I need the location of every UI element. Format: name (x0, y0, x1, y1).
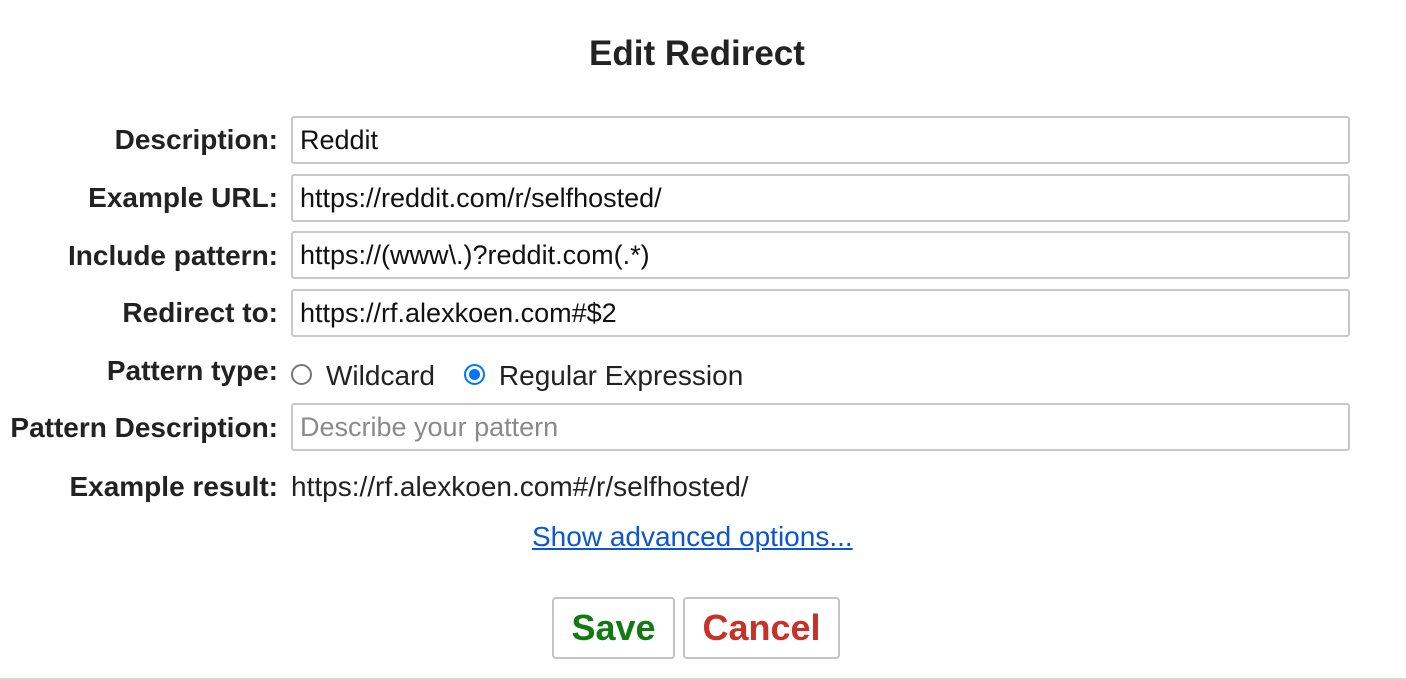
save-button[interactable]: Save (552, 597, 675, 659)
edit-redirect-dialog: Edit Redirect Description: Example URL: … (0, 0, 1406, 680)
cancel-button[interactable]: Cancel (683, 597, 840, 659)
redirect-to-input[interactable] (291, 289, 1350, 337)
example-result-value: https://rf.alexkoen.com#/r/selfhosted/ (291, 471, 749, 502)
pattern-type-radio-group: Wildcard Regular Expression (291, 356, 772, 396)
pattern-type-wildcard-option[interactable]: Wildcard (291, 360, 435, 392)
pattern-description-label: Pattern Description: (10, 412, 278, 443)
include-pattern-label: Include pattern: (67, 240, 278, 271)
show-advanced-options-link[interactable]: Show advanced options... (532, 520, 853, 554)
pattern-type-regex-option[interactable]: Regular Expression (463, 360, 744, 392)
regular-expression-radio[interactable] (463, 363, 485, 385)
description-input[interactable] (291, 116, 1350, 164)
pattern-type-label: Pattern type: (106, 355, 278, 386)
wildcard-radio[interactable] (291, 363, 312, 385)
pattern-description-input[interactable] (291, 403, 1350, 451)
include-pattern-input[interactable] (291, 231, 1350, 279)
description-label: Description: (114, 124, 278, 155)
wildcard-radio-label: Wildcard (326, 360, 435, 391)
redirect-to-label: Redirect to: (122, 297, 278, 328)
example-result-label: Example result: (69, 471, 278, 502)
dialog-title: Edit Redirect (589, 34, 805, 73)
example-url-label: Example URL: (88, 182, 278, 213)
regular-expression-radio-label: Regular Expression (498, 360, 744, 391)
example-url-input[interactable] (291, 174, 1350, 222)
